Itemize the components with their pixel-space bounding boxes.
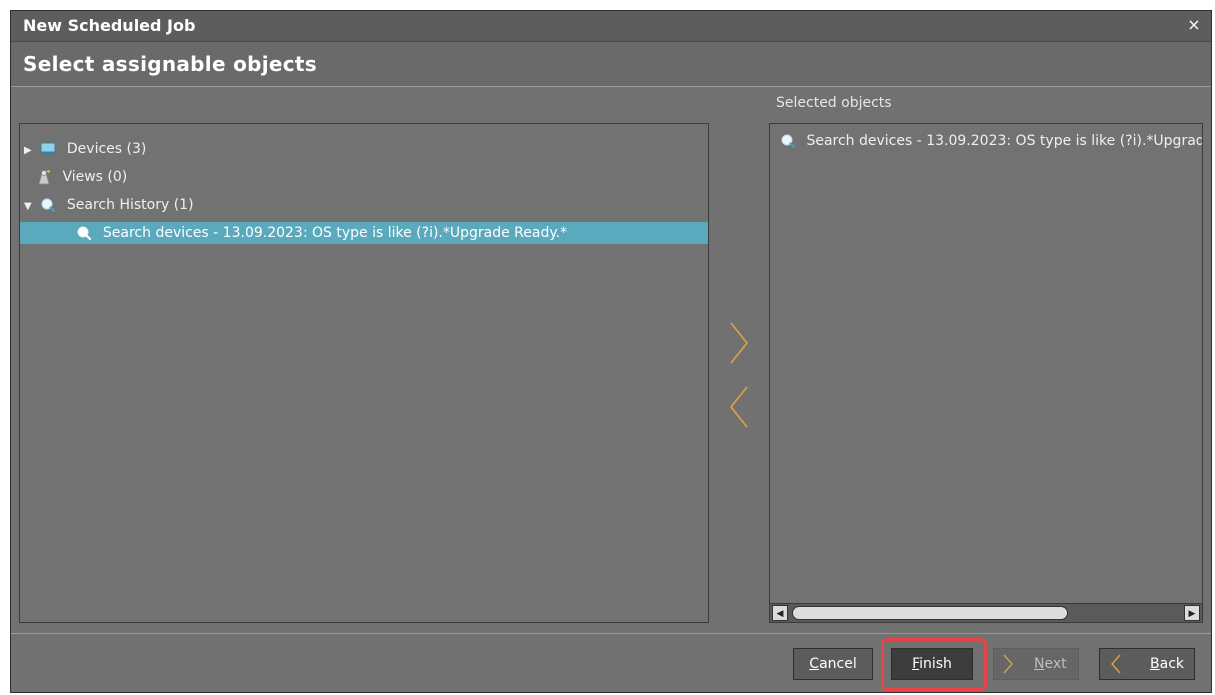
window-title: New Scheduled Job [23,16,196,35]
tree-item-label: Views (0) [62,169,128,185]
cancel-button[interactable]: Cancel [793,648,873,680]
add-to-selection-button[interactable] [725,319,753,367]
remove-from-selection-button[interactable] [725,383,753,431]
search-icon [41,198,56,213]
horizontal-scrollbar[interactable]: ◀ ▶ [770,603,1202,622]
page-title: Select assignable objects [23,52,317,76]
search-icon [77,226,92,241]
selected-item-label: Search devices - 13.09.2023: OS type is … [806,133,1202,149]
scroll-right-icon[interactable]: ▶ [1184,605,1200,621]
tree-item-devices[interactable]: ▶ Devices (3) [24,138,146,160]
expand-arrow-icon[interactable]: ▶ [24,140,36,162]
chevron-left-icon [1111,654,1121,674]
monitor-icon [40,142,56,156]
object-tree[interactable]: ▶ Devices (3) Views (0) ▼ Search History [19,123,709,623]
tree-item-label: Devices (3) [66,141,147,157]
views-icon [38,170,50,185]
tree-item-label: Search devices - 13.09.2023: OS type is … [102,225,568,241]
back-button[interactable]: Back [1099,648,1195,680]
close-button[interactable]: × [1185,16,1203,34]
selected-objects-label: Selected objects [776,95,892,111]
scrollbar-thumb[interactable] [792,606,1068,620]
tree-item-label: Search History (1) [66,197,194,213]
title-bar: New Scheduled Job × [11,11,1211,42]
search-icon [781,134,796,149]
scroll-left-icon[interactable]: ◀ [772,605,788,621]
tree-item-views[interactable]: Views (0) [36,166,127,188]
collapse-arrow-icon[interactable]: ▼ [24,196,36,218]
selected-item[interactable]: Search devices - 13.09.2023: OS type is … [780,130,1202,152]
page-header: Select assignable objects [11,42,1211,87]
tree-item-search-result[interactable]: Search devices - 13.09.2023: OS type is … [20,222,708,244]
selected-objects-list[interactable]: Search devices - 13.09.2023: OS type is … [769,123,1203,623]
chevron-right-icon [1003,654,1013,674]
footer-divider [11,633,1211,634]
next-button[interactable]: Next [993,648,1079,680]
tree-item-search-history[interactable]: ▼ Search History (1) [24,194,194,216]
finish-highlight-box [881,638,987,691]
new-scheduled-job-dialog: New Scheduled Job × Select assignable ob… [10,10,1212,693]
